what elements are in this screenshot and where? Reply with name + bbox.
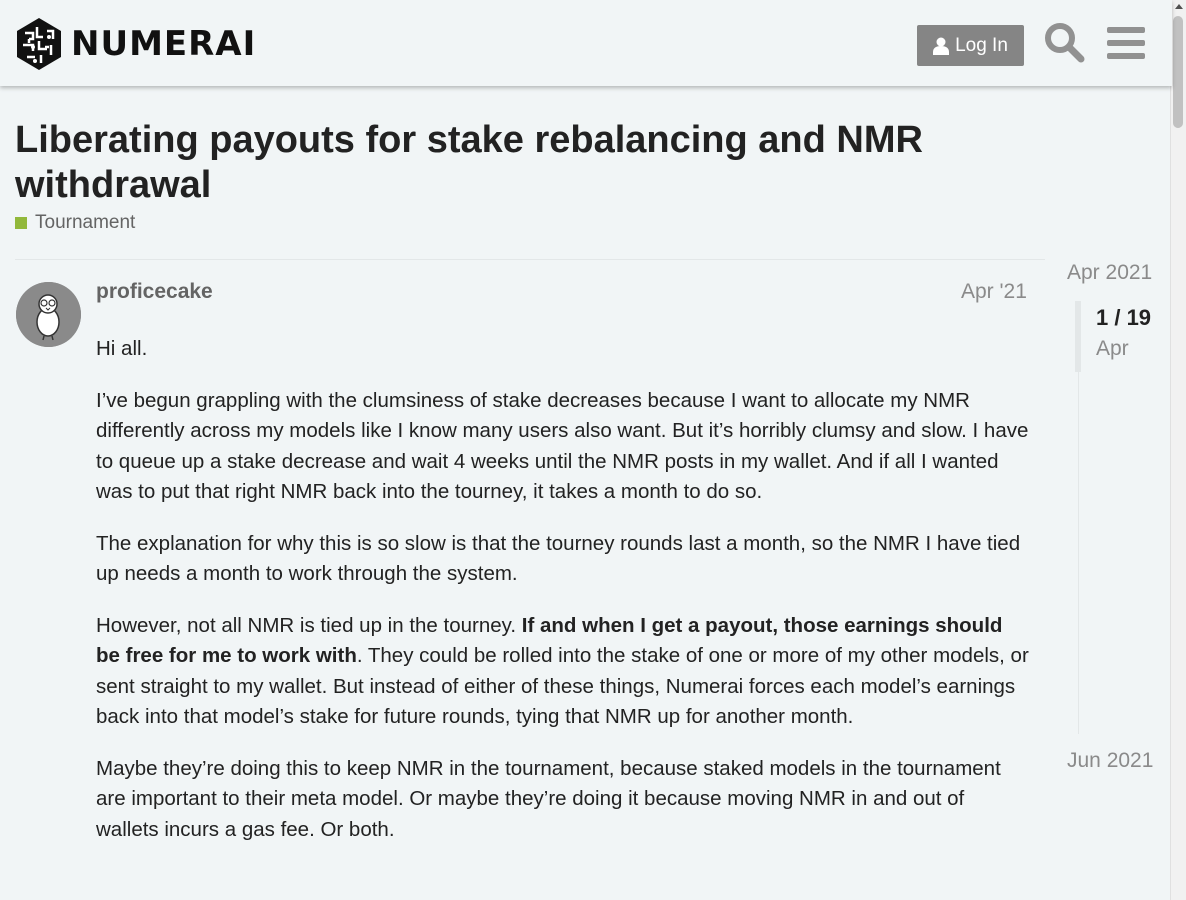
category-badge[interactable]: Tournament <box>15 212 135 234</box>
post-author[interactable]: proficecake <box>96 280 213 304</box>
post-date[interactable]: Apr '21 <box>961 280 1027 304</box>
timeline-current-date: Apr <box>1096 337 1129 360</box>
brand-name: NUMERAI <box>71 24 257 64</box>
topic-divider <box>15 259 1045 260</box>
avatar[interactable] <box>16 282 81 347</box>
timeline-end-date[interactable]: Jun 2021 <box>1067 749 1153 773</box>
category-label: Tournament <box>35 212 136 233</box>
post-paragraph: Maybe they’re doing this to keep NMR in … <box>96 756 1001 841</box>
login-label: Log In <box>955 34 1008 56</box>
timeline-post-count: 1 / 19 <box>1096 305 1152 330</box>
bird-avatar-icon <box>16 282 81 347</box>
scroll-up-arrow-icon[interactable] <box>1175 4 1183 9</box>
hamburger-menu-icon[interactable] <box>1107 26 1145 65</box>
login-button[interactable]: Log In <box>917 25 1024 66</box>
post-paragraph: I’ve begun grappling with the clumsiness… <box>96 388 1029 504</box>
topic-title[interactable]: Liberating payouts for stake rebalancing… <box>15 118 1015 208</box>
user-icon <box>933 37 950 55</box>
post-paragraph: However, not all NMR is tied up in the t… <box>96 611 1031 733</box>
post-body: Hi all. I’ve begun grappling with the cl… <box>96 334 1031 866</box>
site-header: NUMERAI Log In <box>0 0 1172 86</box>
page-scrollbar[interactable] <box>1170 0 1186 900</box>
post-paragraph: The explanation for why this is so slow … <box>96 531 1021 586</box>
numerai-logo[interactable]: NUMERAI <box>15 17 256 71</box>
timeline-handle[interactable] <box>1075 301 1081 372</box>
timeline-start-date[interactable]: Apr 2021 <box>1067 261 1152 285</box>
post-paragraph: Hi all. <box>96 337 148 360</box>
paragraph-text: However, not all NMR is tied up in the t… <box>96 613 522 637</box>
search-icon[interactable] <box>1043 21 1085 68</box>
numerai-logo-icon <box>17 18 61 70</box>
category-color-swatch <box>15 217 27 229</box>
scrollbar-thumb[interactable] <box>1173 16 1183 128</box>
